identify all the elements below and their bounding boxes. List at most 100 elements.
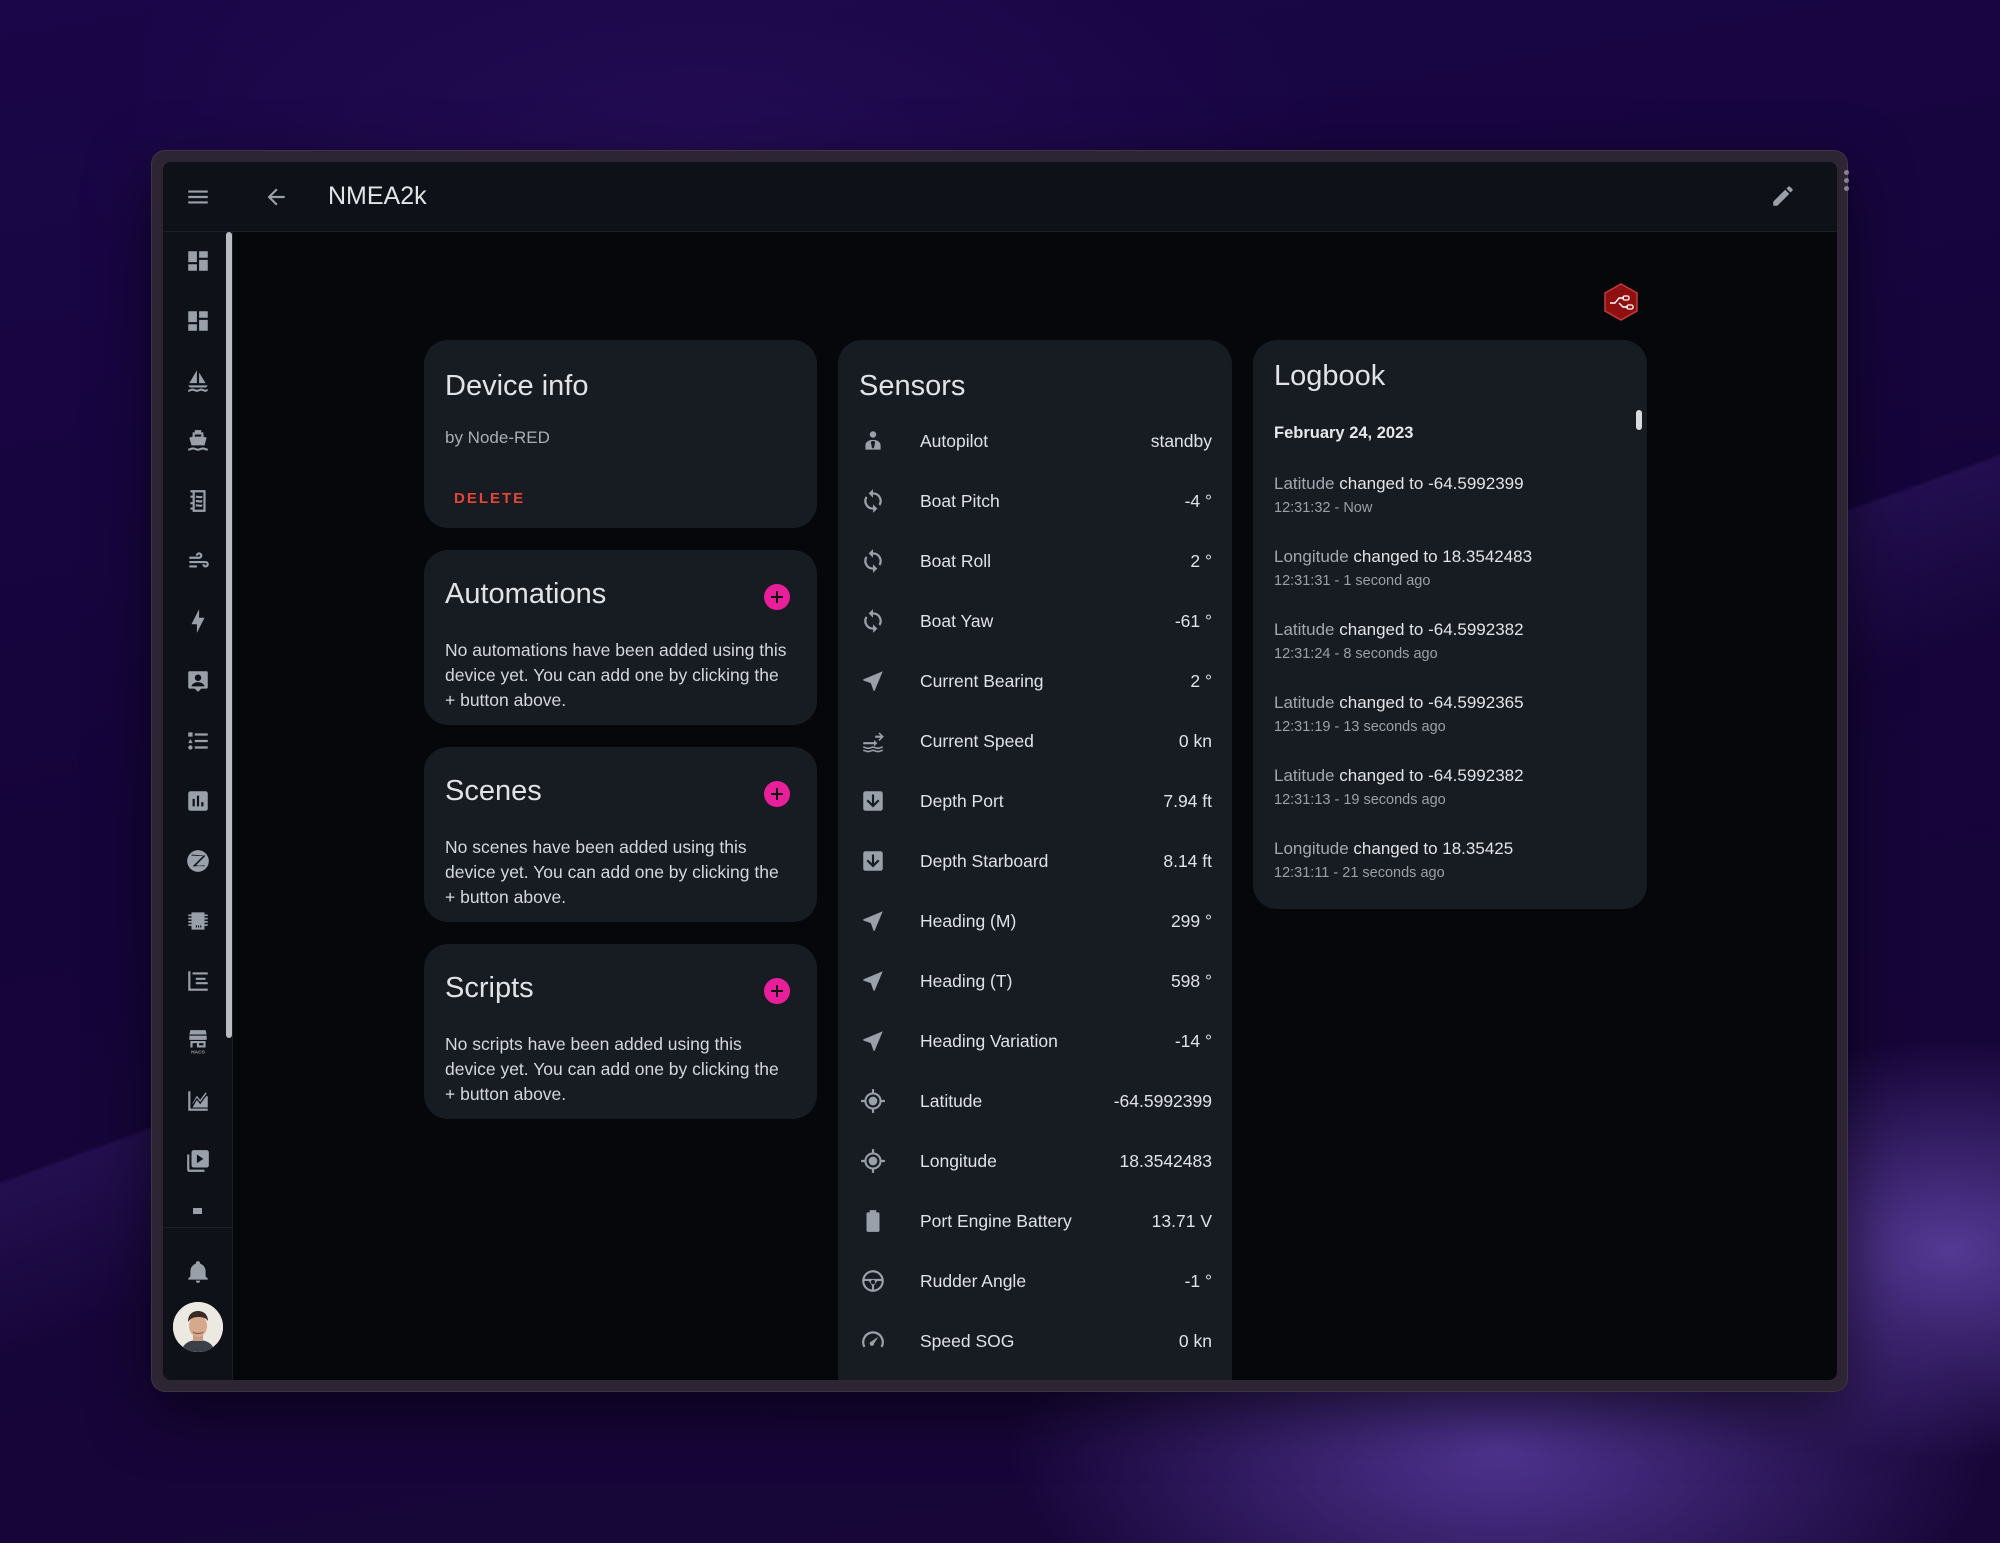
logbook-entry[interactable]: Latitude changed to -64.5992365 12:31:19 … <box>1274 693 1627 735</box>
logbook-entry[interactable]: Longitude changed to 18.3542483 12:31:31 … <box>1274 547 1627 589</box>
sidebar-item-chart[interactable] <box>163 771 232 831</box>
sensor-name: Current Speed <box>920 730 1034 751</box>
scripts-card: Scripts No scripts have been added using… <box>424 944 817 1119</box>
logbook-entity-link[interactable]: Latitude <box>1274 474 1335 493</box>
logbook-change: changed to -64.5992399 <box>1339 474 1524 493</box>
logbook-entity-link[interactable]: Latitude <box>1274 693 1335 712</box>
sailboat-icon <box>187 370 208 392</box>
sensor-name: Autopilot <box>920 430 989 451</box>
logbook-entry-message: Longitude changed to 18.35425 <box>1274 839 1627 859</box>
sensor-name: Depth Starboard <box>920 850 1049 871</box>
sensor-row[interactable]: Depth Starboard 8.14 ft <box>838 831 1232 891</box>
automations-card: Automations No automations have been add… <box>424 550 817 725</box>
menu-button[interactable] <box>163 162 232 232</box>
edit-button[interactable] <box>1767 180 1799 212</box>
sensor-value: -61 ° <box>1174 610 1212 631</box>
sidebar-item-gantt[interactable] <box>163 951 232 1011</box>
sensor-name: Boat Roll <box>920 550 992 571</box>
sensor-row[interactable]: Current Speed 0 kn <box>838 711 1232 771</box>
crosshairs-gps-icon <box>860 1088 886 1114</box>
sidebar-item-chip[interactable] <box>163 891 232 951</box>
logbook-entity-link[interactable]: Longitude <box>1274 547 1349 566</box>
user-avatar[interactable] <box>172 1302 223 1352</box>
add-scene-button[interactable] <box>764 781 790 807</box>
device-info-title: Device info <box>445 370 589 402</box>
sensor-name: Heading (T) <box>920 970 1013 991</box>
sensor-row[interactable]: Speed SOG 0 kn <box>838 1311 1232 1371</box>
logbook-entry[interactable]: Longitude changed to 18.35425 12:31:11 - … <box>1274 839 1627 881</box>
delete-button[interactable]: DELETE <box>454 490 525 507</box>
sensor-value: 8.14 ft <box>1163 850 1212 871</box>
sidebar-item-zigbee[interactable] <box>163 831 232 891</box>
navigation-icon <box>860 968 886 994</box>
sidebar-item-overview[interactable] <box>163 231 232 291</box>
lightning-bolt-icon <box>191 609 204 633</box>
pencil-icon <box>1773 186 1793 206</box>
sidebar-item-more[interactable] <box>163 1191 232 1231</box>
sensor-row[interactable]: Depth Port 7.94 ft <box>838 771 1232 831</box>
sensor-row[interactable]: Longitude 18.3542483 <box>838 1131 1232 1191</box>
sensor-row[interactable]: Boat Yaw -61 ° <box>838 591 1232 651</box>
frame-handle-icon <box>1844 170 1850 194</box>
logbook-entity-link[interactable]: Longitude <box>1274 839 1349 858</box>
logbook-title: Logbook <box>1274 360 1386 392</box>
sensor-row[interactable]: Heading (T) 598 ° <box>838 951 1232 1011</box>
logbook-change: changed to 18.35425 <box>1353 839 1514 858</box>
scripts-empty-text: No scripts have been added using this de… <box>445 1034 779 1104</box>
sensor-value: 0 kn <box>1178 1330 1212 1351</box>
sensor-row[interactable]: Current Bearing 2 ° <box>838 651 1232 711</box>
sidebar-item-history[interactable] <box>163 1071 232 1131</box>
node-red-logo-icon[interactable] <box>1601 282 1641 322</box>
logbook-entry[interactable]: Latitude changed to -64.5992382 12:31:24 … <box>1274 620 1627 662</box>
sensor-row[interactable]: Boat Pitch -4 ° <box>838 471 1232 531</box>
scenes-title: Scenes <box>445 775 542 807</box>
steering-icon <box>860 1268 886 1294</box>
sensor-row[interactable]: Port Engine Battery 13.71 V <box>838 1191 1232 1251</box>
device-manufacturer: by Node-RED <box>445 428 550 447</box>
speedometer-icon <box>860 1328 886 1354</box>
format-list-icon <box>187 732 208 750</box>
sidebar-items: HACS <box>163 231 232 1231</box>
sidebar-item-ferry[interactable] <box>163 411 232 471</box>
sidebar-scrollbar[interactable] <box>226 232 232 1038</box>
logbook-entry-time: 12:31:19 - 13 seconds ago <box>1274 719 1446 735</box>
back-button[interactable] <box>256 177 296 217</box>
sensor-row[interactable]: Autopilot standby <box>838 411 1232 471</box>
sidebar-item-energy[interactable] <box>163 591 232 651</box>
sensor-row[interactable]: Boat Roll 2 ° <box>838 531 1232 591</box>
sidebar-item-sailboat[interactable] <box>163 351 232 411</box>
sensor-value: 2 ° <box>1190 670 1212 691</box>
notifications-button[interactable] <box>163 1242 232 1302</box>
logbook-entry-message: Latitude changed to -64.5992399 <box>1274 474 1627 494</box>
navigation-icon <box>860 908 886 934</box>
sidebar-item-logbook[interactable] <box>163 471 232 531</box>
add-automation-button[interactable] <box>764 584 790 610</box>
logbook-change: changed to -64.5992382 <box>1339 766 1524 785</box>
logbook-entry[interactable]: Latitude changed to -64.5992399 12:31:32 … <box>1274 474 1627 516</box>
logbook-entity-link[interactable]: Latitude <box>1274 620 1335 639</box>
sensor-row[interactable]: Rudder Angle -1 ° <box>838 1251 1232 1311</box>
sensor-row[interactable]: Heading (M) 299 ° <box>838 891 1232 951</box>
ferry-icon <box>187 430 208 451</box>
sidebar-item-dashboard[interactable] <box>163 291 232 351</box>
sensor-row[interactable]: Heading Variation -14 ° <box>838 1011 1232 1071</box>
automations-empty-text: No automations have been added using thi… <box>445 640 787 710</box>
sidebar-item-hacs[interactable]: HACS <box>163 1011 232 1071</box>
add-script-button[interactable] <box>764 978 790 1004</box>
logbook-entry-time: 12:31:24 - 8 seconds ago <box>1274 646 1438 662</box>
sensor-row[interactable]: Latitude -64.5992399 <box>838 1071 1232 1131</box>
logbook-scrollbar[interactable] <box>1636 410 1642 430</box>
sidebar-item-wind[interactable] <box>163 531 232 591</box>
sync-icon <box>860 608 886 634</box>
sensor-value: -1 ° <box>1184 1270 1212 1291</box>
sensor-name: Current Bearing <box>920 670 1044 691</box>
logbook-entity-link[interactable]: Latitude <box>1274 766 1335 785</box>
navigation-icon <box>860 668 886 694</box>
sidebar-item-person[interactable] <box>163 651 232 711</box>
chart-gantt-icon <box>187 971 208 991</box>
sidebar-item-media[interactable] <box>163 1131 232 1191</box>
navigation-icon <box>860 1028 886 1054</box>
account-tie-icon <box>860 428 886 454</box>
sidebar-item-list[interactable] <box>163 711 232 771</box>
logbook-entry[interactable]: Latitude changed to -64.5992382 12:31:13 … <box>1274 766 1627 808</box>
